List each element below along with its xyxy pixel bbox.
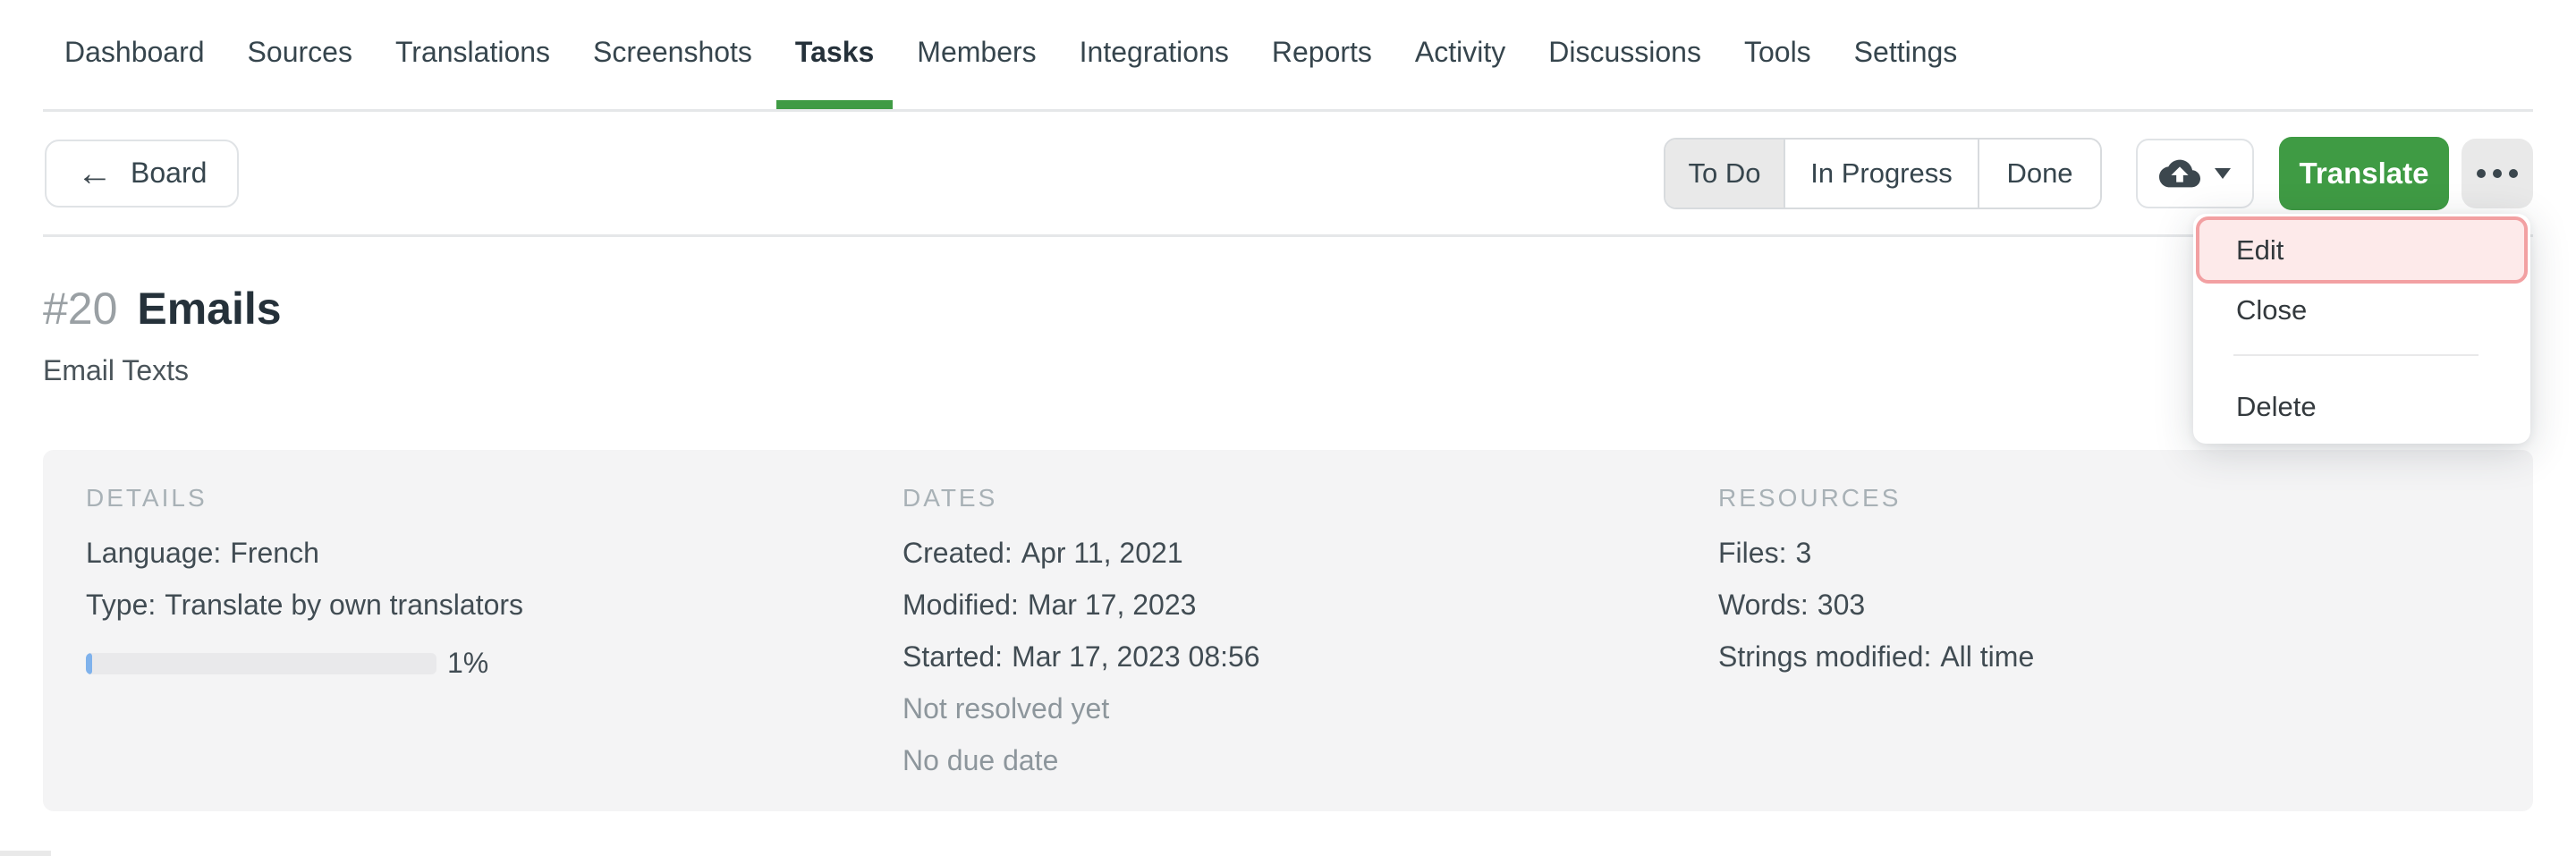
created-row: Created:Apr 11, 2021 bbox=[902, 536, 1718, 570]
progress-row: 1% bbox=[86, 647, 902, 680]
nav-item-integrations[interactable]: Integrations bbox=[1080, 36, 1229, 109]
resources-column: RESOURCES Files: 3 Words: 303 Strings modi… bbox=[1718, 484, 2533, 811]
started-row: Started: Mar 17, 2023 08:56 bbox=[902, 640, 1718, 674]
dates-column: DATES Created:Apr 11, 2021 Modified: Mar … bbox=[902, 484, 1718, 811]
started-label: Started: bbox=[902, 640, 1003, 673]
due-date-status: No due date bbox=[902, 743, 1718, 777]
nav-item-sources[interactable]: Sources bbox=[248, 36, 352, 109]
modified-value: Mar 17, 2023 bbox=[1028, 589, 1197, 621]
toolbar-right-cluster: To Do In Progress Done Translate bbox=[1664, 137, 2533, 210]
back-button-label: Board bbox=[131, 157, 207, 190]
details-heading: DETAILS bbox=[86, 484, 902, 513]
nav-item-tasks[interactable]: Tasks bbox=[795, 36, 874, 109]
progress-percent: 1% bbox=[447, 647, 488, 680]
task-description: Email Texts bbox=[43, 353, 2533, 387]
strings-modified-label: Strings modified: bbox=[1718, 640, 1931, 673]
progress-bar bbox=[86, 653, 436, 674]
resolved-status: Not resolved yet bbox=[902, 691, 1718, 725]
status-tab-in-progress[interactable]: In Progress bbox=[1784, 140, 1979, 208]
nav-item-discussions[interactable]: Discussions bbox=[1548, 36, 1701, 109]
language-label: Language: bbox=[86, 537, 221, 569]
strings-modified-row: Strings modified: All time bbox=[1718, 640, 2533, 674]
nav-item-reports[interactable]: Reports bbox=[1272, 36, 1372, 109]
chevron-down-icon bbox=[2215, 168, 2231, 179]
status-segmented-control: To Do In Progress Done bbox=[1664, 138, 2102, 209]
progress-fill bbox=[86, 653, 92, 674]
nav-item-settings[interactable]: Settings bbox=[1854, 36, 1958, 109]
nav-item-dashboard[interactable]: Dashboard bbox=[64, 36, 205, 109]
task-summary-panel: DETAILS Language: French Type: Translate b… bbox=[43, 450, 2533, 811]
context-menu: Edit Close Delete bbox=[2193, 214, 2530, 444]
dates-heading: DATES bbox=[902, 484, 1718, 513]
language-row: Language: French bbox=[86, 536, 902, 570]
back-to-board-button[interactable]: ← Board bbox=[45, 140, 239, 208]
download-dropdown-button[interactable] bbox=[2136, 139, 2254, 208]
toolbar: ← Board To Do In Progress Done Translate bbox=[43, 112, 2533, 237]
files-value: 3 bbox=[1795, 537, 1811, 569]
status-tab-done[interactable]: Done bbox=[1979, 140, 2100, 208]
words-value: 303 bbox=[1818, 589, 1865, 621]
nav-item-screenshots[interactable]: Screenshots bbox=[593, 36, 752, 109]
page-title: #20 Emails bbox=[43, 284, 2533, 334]
type-value: Translate by own translators bbox=[165, 589, 523, 621]
nav-item-members[interactable]: Members bbox=[917, 36, 1036, 109]
files-label: Files: bbox=[1718, 537, 1786, 569]
modified-row: Modified: Mar 17, 2023 bbox=[902, 588, 1718, 622]
details-column: DETAILS Language: French Type: Translate b… bbox=[86, 484, 902, 811]
menu-divider bbox=[2233, 354, 2479, 356]
menu-item-edit[interactable]: Edit bbox=[2236, 233, 2509, 267]
top-nav: Dashboard Sources Translations Screensho… bbox=[43, 0, 2533, 112]
modified-label: Modified: bbox=[902, 589, 1019, 621]
translate-button[interactable]: Translate bbox=[2279, 137, 2449, 210]
status-tab-todo[interactable]: To Do bbox=[1665, 140, 1784, 208]
started-value: Mar 17, 2023 08:56 bbox=[1012, 640, 1260, 673]
menu-item-close[interactable]: Close bbox=[2236, 293, 2509, 326]
type-label: Type: bbox=[86, 589, 156, 621]
created-value: Apr 11, 2021 bbox=[1021, 537, 1183, 569]
words-row: Words: 303 bbox=[1718, 588, 2533, 622]
language-value: French bbox=[230, 537, 319, 569]
nav-item-translations[interactable]: Translations bbox=[395, 36, 550, 109]
ellipsis-icon bbox=[2477, 169, 2486, 178]
menu-item-delete[interactable]: Delete bbox=[2236, 390, 2509, 423]
app-window: Dashboard Sources Translations Screensho… bbox=[0, 0, 2576, 856]
strings-modified-value: All time bbox=[1940, 640, 2034, 673]
task-number: #20 bbox=[43, 284, 117, 334]
files-row: Files: 3 bbox=[1718, 536, 2533, 570]
nav-item-tools[interactable]: Tools bbox=[1744, 36, 1811, 109]
nav-item-activity[interactable]: Activity bbox=[1415, 36, 1505, 109]
cloud-upload-icon bbox=[2159, 153, 2200, 194]
more-actions-button[interactable] bbox=[2462, 139, 2533, 208]
created-label: Created: bbox=[902, 537, 1013, 569]
task-name: Emails bbox=[137, 284, 281, 334]
words-label: Words: bbox=[1718, 589, 1809, 621]
resources-heading: RESOURCES bbox=[1718, 484, 2533, 513]
type-row: Type: Translate by own translators bbox=[86, 588, 902, 622]
next-section-edge bbox=[0, 851, 51, 856]
arrow-left-icon: ← bbox=[77, 156, 113, 191]
